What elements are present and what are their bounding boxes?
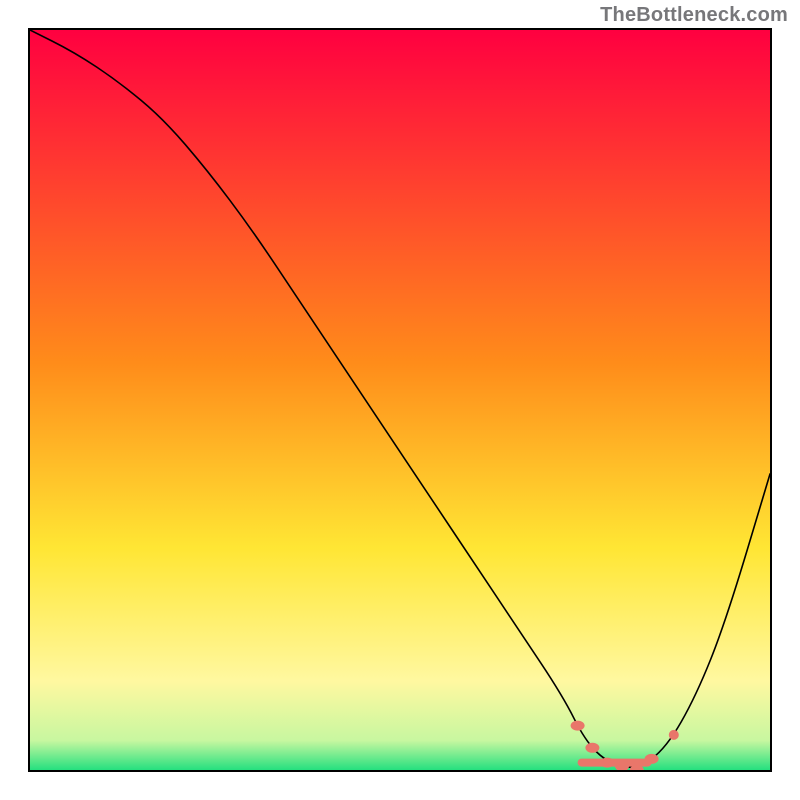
chart-svg — [30, 30, 770, 770]
gradient-background — [30, 30, 770, 770]
optimal-marker-bar — [578, 759, 652, 767]
optimal-marker — [585, 743, 599, 753]
optimal-marker — [669, 730, 679, 740]
optimal-marker — [600, 758, 614, 768]
optimal-marker — [645, 754, 659, 764]
plot-area — [28, 28, 772, 772]
attribution-label: TheBottleneck.com — [600, 4, 788, 27]
chart-container: TheBottleneck.com — [0, 0, 800, 800]
optimal-marker — [571, 721, 585, 731]
